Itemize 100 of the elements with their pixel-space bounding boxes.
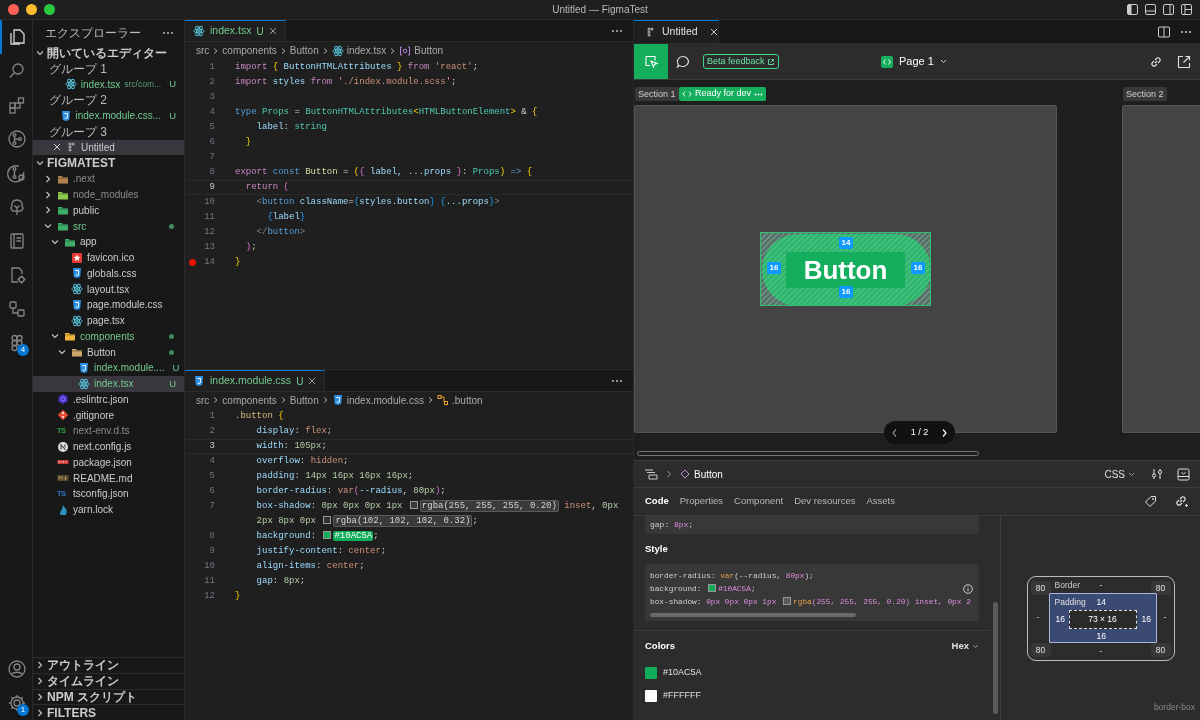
inspect-tab[interactable]: Assets: [866, 494, 895, 509]
color-swatch[interactable]: [708, 584, 717, 592]
color-swatch[interactable]: [323, 516, 332, 524]
close-icon[interactable]: [53, 143, 61, 152]
color-swatch[interactable]: [409, 501, 418, 509]
section-header[interactable]: FILTERS: [33, 704, 184, 720]
section-header[interactable]: FIGMATEST: [33, 155, 184, 171]
panel-toggle-icon[interactable]: [1145, 4, 1156, 15]
close-button[interactable]: [8, 4, 19, 15]
tree-item[interactable]: page.tsx: [33, 312, 184, 329]
chevron-right-icon[interactable]: [941, 427, 948, 438]
editor-tab[interactable]: Untitled: [634, 20, 719, 43]
chevron-right-icon[interactable]: [43, 173, 53, 184]
inspect-tab[interactable]: Properties: [679, 494, 724, 509]
tree-item[interactable]: index.module.... U: [33, 360, 184, 376]
chevron-right-icon[interactable]: [43, 189, 53, 200]
tree-item[interactable]: .next: [33, 171, 184, 187]
branch-gear-icon[interactable]: [7, 163, 27, 183]
more-icon[interactable]: [611, 378, 623, 383]
open-editor-item[interactable]: index.tsx src/com... U: [33, 76, 184, 93]
section-header[interactable]: 開いているエディター: [33, 45, 184, 61]
breadcrumb-item[interactable]: components: [222, 43, 277, 58]
add-link-icon[interactable]: [1174, 494, 1189, 509]
format-select[interactable]: Hex: [951, 638, 979, 654]
breadcrumb-item[interactable]: index.module.css: [346, 392, 424, 408]
chevron-right-icon[interactable]: [35, 707, 45, 718]
sidebar-toggle-icon[interactable]: [1127, 4, 1138, 15]
tree-item[interactable]: Button: [33, 344, 184, 360]
breadcrumb-item[interactable]: src: [196, 392, 210, 408]
tree-item[interactable]: yarn.lock: [33, 501, 184, 518]
section-header[interactable]: アウトライン: [33, 657, 184, 673]
tree-item[interactable]: src: [33, 218, 184, 234]
more-icon[interactable]: [611, 28, 623, 33]
chevron-right-icon[interactable]: [35, 660, 45, 671]
sliders-icon[interactable]: [1151, 468, 1163, 480]
maximize-button[interactable]: [44, 4, 55, 15]
external-link-icon[interactable]: [1177, 54, 1191, 69]
tree-item[interactable]: layout.tsx: [33, 281, 184, 297]
chevron-left-icon[interactable]: [891, 427, 898, 438]
tree-item[interactable]: components: [33, 328, 184, 345]
open-editor-item[interactable]: Untitled: [33, 139, 184, 156]
breadcrumb-item[interactable]: src: [196, 43, 210, 58]
open-editor-item[interactable]: index.module.css... U: [33, 108, 184, 124]
more-icon[interactable]: [162, 30, 174, 35]
settings-icon[interactable]: [7, 693, 27, 713]
secondary-sidebar-icon[interactable]: [1163, 4, 1174, 15]
close-icon[interactable]: [268, 27, 277, 35]
search-icon[interactable]: [7, 61, 27, 81]
tree-item[interactable]: app: [33, 234, 184, 250]
tree-item[interactable]: .gitignore: [33, 407, 184, 423]
comment-icon[interactable]: [675, 53, 691, 70]
inspect-tab[interactable]: Component: [734, 494, 784, 509]
tree-item[interactable]: package.json: [33, 454, 184, 471]
chevron-right-icon[interactable]: [35, 676, 45, 687]
color-swatch[interactable]: [783, 597, 792, 605]
language-select[interactable]: CSS: [1104, 466, 1135, 482]
panel-icon[interactable]: [1177, 467, 1190, 481]
tree-item[interactable]: public: [33, 202, 184, 219]
more-icon[interactable]: [1180, 29, 1192, 34]
section-header[interactable]: タイムライン: [33, 672, 184, 689]
files-icon[interactable]: [7, 27, 27, 47]
tree-item[interactable]: globals.css: [33, 265, 184, 282]
tree-item[interactable]: favicon.ico: [33, 249, 184, 266]
tree-item[interactable]: page.module.css: [33, 297, 184, 313]
color-swatch[interactable]: [323, 531, 332, 539]
editor-tab[interactable]: index.tsx U: [185, 20, 286, 41]
tree-item[interactable]: next.config.js: [33, 438, 184, 455]
editor-tab[interactable]: index.module.css U: [185, 370, 326, 391]
account-icon[interactable]: [7, 659, 27, 679]
tree-item[interactable]: node_modules: [33, 186, 184, 203]
inspect-tab[interactable]: Code: [645, 494, 669, 509]
nodes-icon[interactable]: [7, 299, 27, 319]
link-icon[interactable]: [1149, 54, 1163, 69]
breadcrumb-item[interactable]: index.tsx: [346, 43, 387, 58]
split-editor-icon[interactable]: [1158, 25, 1170, 38]
breadcrumb-item[interactable]: .button: [452, 392, 483, 408]
breadcrumb-item[interactable]: Button: [289, 43, 319, 58]
branch-icon[interactable]: [7, 129, 27, 149]
blocks-icon[interactable]: [7, 95, 27, 115]
layers-icon[interactable]: [644, 468, 658, 480]
feedback-button[interactable]: Beta feedback: [703, 54, 779, 69]
section-label[interactable]: Section 1: [635, 87, 679, 101]
section-header[interactable]: NPM スクリプト: [33, 688, 184, 705]
chevron-right-icon[interactable]: [43, 205, 53, 216]
horizontal-scrollbar[interactable]: [637, 451, 979, 456]
info-icon[interactable]: [963, 584, 973, 594]
inspect-tab[interactable]: Dev resources: [794, 494, 856, 509]
close-icon[interactable]: [709, 28, 718, 36]
close-icon[interactable]: [308, 377, 317, 385]
book-icon[interactable]: [7, 231, 27, 251]
minimize-button[interactable]: [26, 4, 37, 15]
section-label[interactable]: Section 2: [1123, 87, 1167, 101]
tree-item[interactable]: README.md: [33, 470, 184, 486]
tree-item[interactable]: index.tsx U: [33, 375, 184, 392]
breadcrumb-item[interactable]: Button: [289, 392, 319, 408]
vertical-scrollbar[interactable]: [993, 602, 998, 714]
chevron-right-icon[interactable]: [35, 691, 45, 702]
horizontal-scrollbar[interactable]: [650, 613, 856, 617]
page-selector[interactable]: Page 1: [881, 53, 947, 70]
breadcrumb-item[interactable]: Button: [414, 43, 444, 58]
